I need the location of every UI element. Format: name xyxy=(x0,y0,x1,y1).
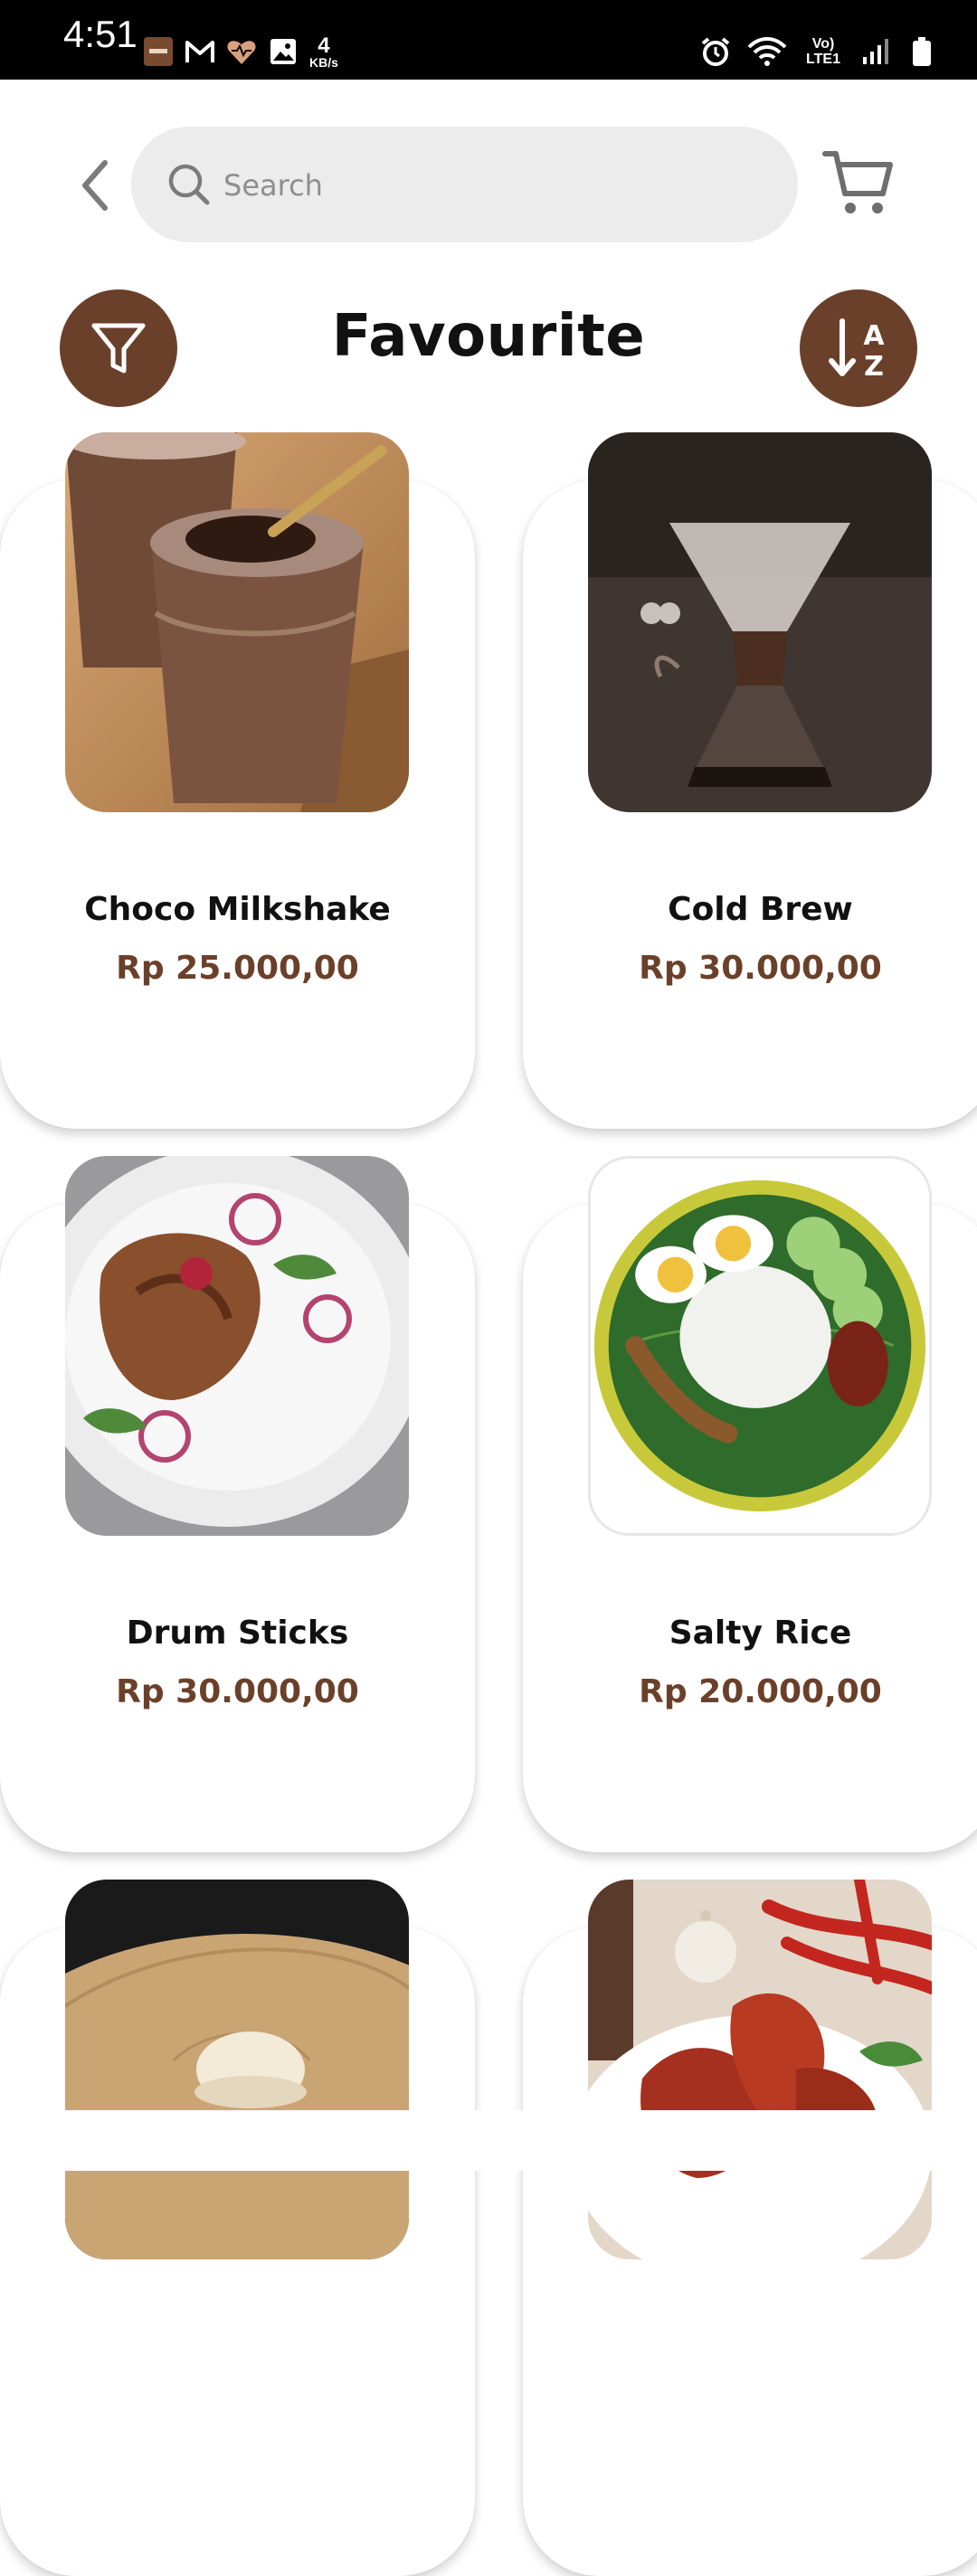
status-time: 4:51 xyxy=(63,13,138,55)
speed-unit: KB/s xyxy=(309,55,338,70)
system-icons: Vo) LTE1 xyxy=(700,36,937,67)
network-type: Vo) LTE1 xyxy=(806,36,840,67)
gallery-icon xyxy=(268,36,299,67)
search-icon xyxy=(168,164,210,205)
notification-icons: 4 KB/s xyxy=(143,33,338,72)
choco-milkshake-image[interactable] xyxy=(65,432,409,812)
salty-rice-image[interactable] xyxy=(588,1156,932,1536)
sort-letter-a: A xyxy=(863,320,885,352)
search-bar[interactable] xyxy=(131,127,798,242)
dessert-image[interactable] xyxy=(65,1880,409,2259)
product-name: Choco Milkshake xyxy=(84,891,391,928)
filter-button[interactable] xyxy=(60,289,177,407)
sort-letter-z: Z xyxy=(864,351,884,383)
product-name: Drum Sticks xyxy=(126,1615,349,1652)
product-name: Cold Brew xyxy=(668,891,853,928)
product-name: Salty Rice xyxy=(669,1615,852,1652)
product-price: Rp 20.000,00 xyxy=(639,1673,882,1710)
cold-brew-image[interactable] xyxy=(588,432,932,812)
network-speed: 4 KB/s xyxy=(309,33,338,72)
app-icon xyxy=(143,36,174,67)
wifi-icon xyxy=(747,36,787,67)
speed-value: 4 xyxy=(318,33,330,58)
cart-button[interactable] xyxy=(821,145,896,219)
cart-icon xyxy=(822,151,893,213)
back-button[interactable] xyxy=(74,154,116,217)
back-icon xyxy=(82,160,108,211)
filter-icon xyxy=(91,323,146,374)
drum-sticks-image[interactable] xyxy=(65,1156,409,1536)
page-title: Favourite xyxy=(331,303,646,370)
sort-button[interactable]: A Z xyxy=(800,289,917,407)
product-price: Rp 30.000,00 xyxy=(639,950,882,987)
alarm-icon xyxy=(700,36,731,67)
battery-icon xyxy=(906,36,937,67)
product-price: Rp 25.000,00 xyxy=(116,950,359,987)
signal-icon xyxy=(859,36,890,67)
sort-az-icon: A Z xyxy=(829,318,885,383)
gmail-icon xyxy=(185,36,215,67)
status-bar: 4:51 4 KB/s Vo) LTE1 xyxy=(0,0,977,80)
chicken-wings-image[interactable] xyxy=(588,1880,932,2259)
health-icon xyxy=(226,36,257,67)
bottom-edge xyxy=(0,2110,977,2171)
search-input[interactable] xyxy=(222,157,732,213)
product-price: Rp 30.000,00 xyxy=(116,1673,359,1710)
